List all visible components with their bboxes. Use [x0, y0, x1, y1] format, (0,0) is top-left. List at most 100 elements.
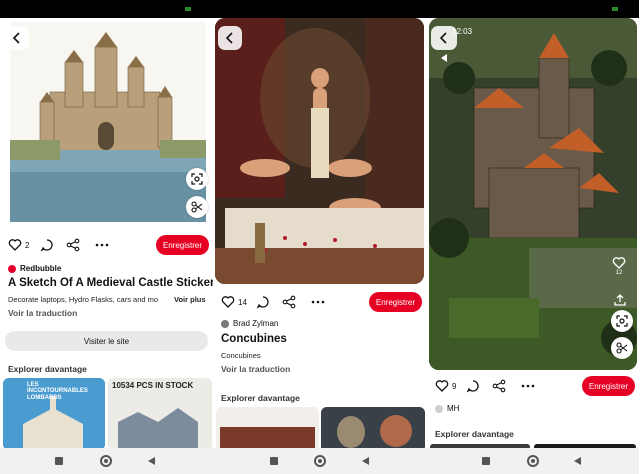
visual-search-button[interactable]	[611, 310, 633, 332]
save-button[interactable]: Enregistrer	[368, 292, 422, 312]
source-name: Redbubble	[20, 264, 62, 273]
heart-icon	[221, 296, 235, 308]
system-back-button[interactable]	[574, 457, 581, 465]
share-button[interactable]	[66, 238, 80, 252]
status-bar	[426, 0, 639, 18]
more-button[interactable]	[311, 295, 325, 309]
status-bar	[213, 0, 426, 18]
related-pin-2-text: 10534 PCS IN STOCK	[112, 381, 194, 390]
explore-heading: Explorer davantage	[435, 429, 514, 439]
status-indicator	[185, 7, 191, 11]
like-button[interactable]: 2	[8, 238, 29, 252]
more-icon	[95, 243, 109, 247]
pin-title: Concubines	[221, 333, 287, 345]
see-more-link[interactable]: Voir plus	[174, 295, 206, 304]
author-name: MH	[447, 404, 460, 413]
translate-link[interactable]: Voir la traduction	[221, 364, 290, 374]
related-pin-1[interactable]: LES INCONTOURNABLES LOMBARDS	[3, 378, 105, 450]
related-pin-2[interactable]	[321, 407, 425, 452]
share-icon	[492, 379, 506, 393]
recents-button[interactable]	[270, 457, 278, 465]
pin-image[interactable]	[10, 22, 206, 222]
pin-title: A Sketch Of A Medieval Castle Sticker	[8, 277, 213, 289]
more-icon	[311, 300, 325, 304]
side-like-count: 12	[615, 270, 623, 276]
action-bar: 9 Enregistrer	[426, 376, 639, 398]
chevron-left-icon	[439, 32, 447, 44]
chevron-left-icon	[12, 32, 20, 44]
pin-description: Decorate laptops, Hydro Flasks, cars and…	[8, 295, 159, 304]
save-button[interactable]: Enregistrer	[581, 376, 635, 396]
scissors-icon	[616, 342, 628, 354]
author-label[interactable]: MH	[435, 404, 459, 413]
chevron-left-icon	[225, 32, 233, 44]
translate-link[interactable]: Voir la traduction	[8, 308, 77, 318]
pin-image[interactable]	[429, 18, 637, 370]
heart-icon	[435, 380, 449, 392]
visit-site-button[interactable]: Visiter le site	[5, 331, 208, 351]
action-bar: 2 Enregistrer	[0, 235, 213, 257]
lens-icon	[616, 315, 628, 327]
home-button[interactable]	[100, 455, 112, 467]
side-like-button[interactable]: 12	[612, 256, 626, 276]
more-icon	[521, 384, 535, 388]
overlay-back-icon[interactable]	[441, 54, 447, 62]
status-indicator	[612, 7, 618, 11]
comment-icon	[256, 296, 269, 309]
share-button[interactable]	[492, 379, 506, 393]
more-button[interactable]	[95, 238, 109, 252]
related-pin-2[interactable]: 10534 PCS IN STOCK	[108, 378, 212, 450]
system-back-button[interactable]	[362, 457, 369, 465]
related-pin-1-text: LES INCONTOURNABLES LOMBARDS	[27, 382, 88, 401]
like-button[interactable]: 14	[221, 295, 247, 309]
pin-description: Concubines	[221, 351, 261, 360]
like-count: 9	[452, 381, 457, 391]
heart-icon	[8, 239, 22, 251]
upload-icon	[614, 294, 626, 306]
share-button[interactable]	[282, 295, 296, 309]
comment-icon	[466, 380, 479, 393]
save-button[interactable]: Enregistrer	[155, 235, 209, 255]
cutout-button[interactable]	[186, 196, 208, 218]
share-icon	[66, 238, 80, 252]
more-button[interactable]	[521, 379, 535, 393]
system-nav-bar	[426, 448, 639, 474]
avatar	[435, 404, 443, 413]
recents-button[interactable]	[482, 457, 490, 465]
recents-button[interactable]	[55, 457, 63, 465]
system-nav-bar	[0, 448, 213, 474]
redbubble-logo-icon	[8, 264, 16, 273]
status-time: 12:03	[452, 27, 473, 36]
screen-castle-aerial: 12:03 12 9 Enregistrer MH Explorer davan…	[426, 0, 639, 474]
home-button[interactable]	[527, 455, 539, 467]
comment-icon	[40, 239, 53, 252]
explore-heading: Explorer davantage	[8, 364, 87, 374]
visual-search-button[interactable]	[186, 168, 208, 190]
back-button[interactable]	[218, 26, 242, 50]
screen-concubines: 14 Enregistrer Brad Zylman Concubines Co…	[213, 0, 426, 474]
side-share-button[interactable]	[614, 293, 626, 311]
source-label[interactable]: Redbubble	[8, 264, 61, 273]
status-bar	[0, 0, 213, 18]
pin-image[interactable]	[215, 18, 424, 284]
action-bar: 14 Enregistrer	[213, 292, 426, 314]
system-nav-bar	[213, 448, 426, 474]
scissors-icon	[191, 201, 203, 213]
cutout-button[interactable]	[611, 337, 633, 359]
author-name: Brad Zylman	[233, 319, 279, 328]
lens-icon	[191, 173, 203, 185]
comment-button[interactable]	[40, 238, 54, 252]
heart-icon	[612, 257, 626, 269]
back-button[interactable]	[5, 26, 29, 50]
explore-heading: Explorer davantage	[221, 393, 300, 403]
screen-castle-sketch: 2 Enregistrer Redbubble A Sketch Of A Me…	[0, 0, 213, 474]
avatar	[221, 319, 229, 328]
like-button[interactable]: 9	[435, 379, 456, 393]
system-back-button[interactable]	[148, 457, 155, 465]
home-button[interactable]	[314, 455, 326, 467]
related-pin-1[interactable]	[216, 407, 319, 452]
comment-button[interactable]	[256, 295, 270, 309]
like-count: 2	[25, 240, 30, 250]
author-label[interactable]: Brad Zylman	[221, 319, 278, 328]
comment-button[interactable]	[466, 379, 480, 393]
